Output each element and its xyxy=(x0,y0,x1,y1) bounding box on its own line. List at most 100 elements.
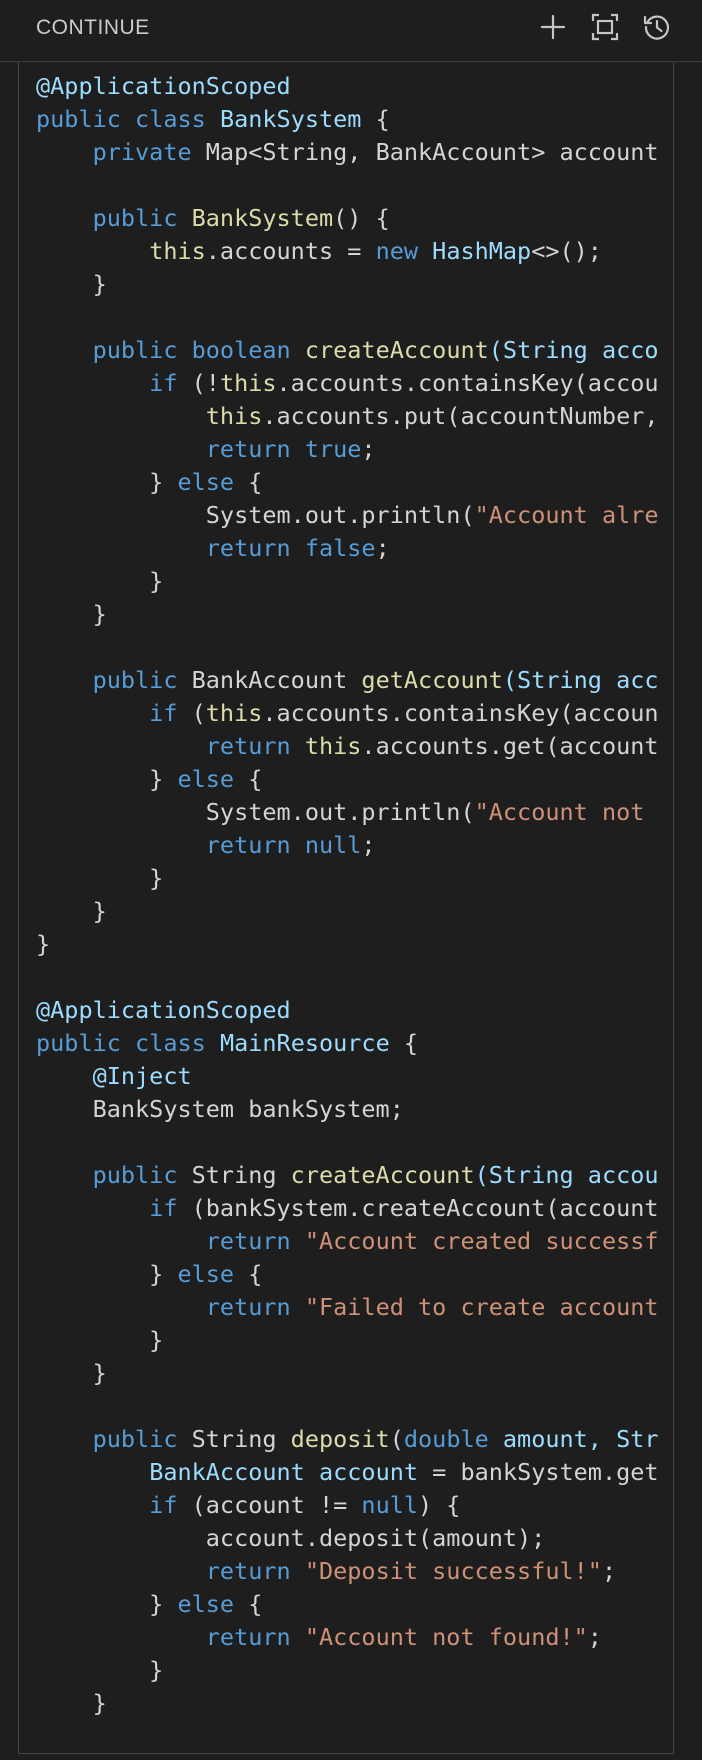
code-token: if xyxy=(149,369,178,397)
code-line: this.accounts = new HashMap<>(); xyxy=(36,235,659,268)
code-token: account.deposit(amount); xyxy=(36,1524,546,1552)
code-token: return xyxy=(205,1557,291,1585)
code-line: } else { xyxy=(36,466,659,499)
code-token: } xyxy=(36,1260,178,1288)
panel-title: CONTINUE xyxy=(36,16,150,39)
code-line: @Inject xyxy=(36,1060,659,1093)
code-token: { xyxy=(234,1260,263,1288)
code-token: return xyxy=(205,435,291,463)
code-line: public BankAccount getAccount(String acc xyxy=(36,664,659,697)
code-line: public boolean createAccount(String acco xyxy=(36,334,659,367)
code-token: else xyxy=(177,468,235,496)
code-line: public class BankSystem { xyxy=(36,103,659,136)
code-line: } else { xyxy=(36,763,659,796)
code-token: Map<String, BankAccount> account xyxy=(191,138,659,166)
code-line: public String deposit(double amount, Str xyxy=(36,1423,659,1456)
code-line: } xyxy=(36,1324,659,1357)
code-token: "Account created successf xyxy=(304,1227,659,1255)
code-token: ; xyxy=(361,831,376,859)
code-line: public class MainResource { xyxy=(36,1027,659,1060)
code-token: ( xyxy=(389,1425,404,1453)
code-token: class xyxy=(135,105,206,133)
code-token: account xyxy=(318,1458,419,1486)
history-button[interactable] xyxy=(640,10,674,44)
code-line: @ApplicationScoped xyxy=(36,70,659,103)
code-token: return xyxy=(205,732,291,760)
continue-panel: CONTINUE @ApplicationScoped public class… xyxy=(0,0,702,1760)
code-token: @ApplicationScoped xyxy=(36,996,291,1024)
code-token: (! xyxy=(177,369,220,397)
code-token: BankSystem bankSystem; xyxy=(36,1095,404,1123)
code-token: return xyxy=(205,1227,291,1255)
header-actions xyxy=(536,10,674,44)
code-token: ; xyxy=(587,1623,602,1651)
code-token: null xyxy=(361,1491,419,1519)
code-token: null xyxy=(304,831,362,859)
code-token: return xyxy=(205,1293,291,1321)
panel-header: CONTINUE xyxy=(0,0,702,62)
code-token: boolean xyxy=(191,336,291,364)
code-token: false xyxy=(304,534,376,562)
code-token: } xyxy=(36,270,107,298)
code-line: private Map<String, BankAccount> account xyxy=(36,136,659,169)
code-token: } xyxy=(36,1656,164,1684)
code-line: System.out.println("Account not xyxy=(36,796,659,829)
code-token: return xyxy=(205,534,291,562)
code-token: else xyxy=(177,765,235,793)
code-line: @ApplicationScoped xyxy=(36,994,659,1027)
code-token: this xyxy=(205,402,263,430)
code-token: } xyxy=(36,468,178,496)
code-token: BankSystem xyxy=(219,105,362,133)
history-icon xyxy=(643,15,670,40)
code-token: { xyxy=(234,468,263,496)
code-line: } xyxy=(36,598,659,631)
plus-icon xyxy=(540,14,566,40)
code-token: double xyxy=(403,1425,489,1453)
code-token: "Failed to create account xyxy=(304,1293,659,1321)
code-line: } xyxy=(36,895,659,928)
code-token: "Account alre xyxy=(474,501,659,529)
fullscreen-icon xyxy=(591,13,619,41)
code-token: else xyxy=(177,1590,235,1618)
code-token: (String acc xyxy=(502,666,659,694)
code-token: } xyxy=(36,1359,107,1387)
code-block[interactable]: @ApplicationScoped public class BankSyste… xyxy=(18,62,674,1754)
code-token: createAccount xyxy=(304,336,489,364)
code-token: this xyxy=(219,369,277,397)
code-line: return "Account created successf xyxy=(36,1225,659,1258)
code-token: if xyxy=(149,1491,178,1519)
code-line: return "Deposit successful!"; xyxy=(36,1555,659,1588)
new-session-button[interactable] xyxy=(536,10,570,44)
code-line: BankSystem bankSystem; xyxy=(36,1093,659,1126)
code-token: = bankSystem.get xyxy=(418,1458,659,1486)
code-token: public xyxy=(36,105,121,133)
code-token: BankAccount xyxy=(149,1458,305,1486)
code-token: { xyxy=(361,105,390,133)
fullscreen-button[interactable] xyxy=(588,10,622,44)
code-token: { xyxy=(234,765,263,793)
code-token: } xyxy=(36,1590,178,1618)
code-token: public xyxy=(92,666,178,694)
code-token: BankAccount xyxy=(177,666,362,694)
code-token: @Inject xyxy=(92,1062,192,1090)
